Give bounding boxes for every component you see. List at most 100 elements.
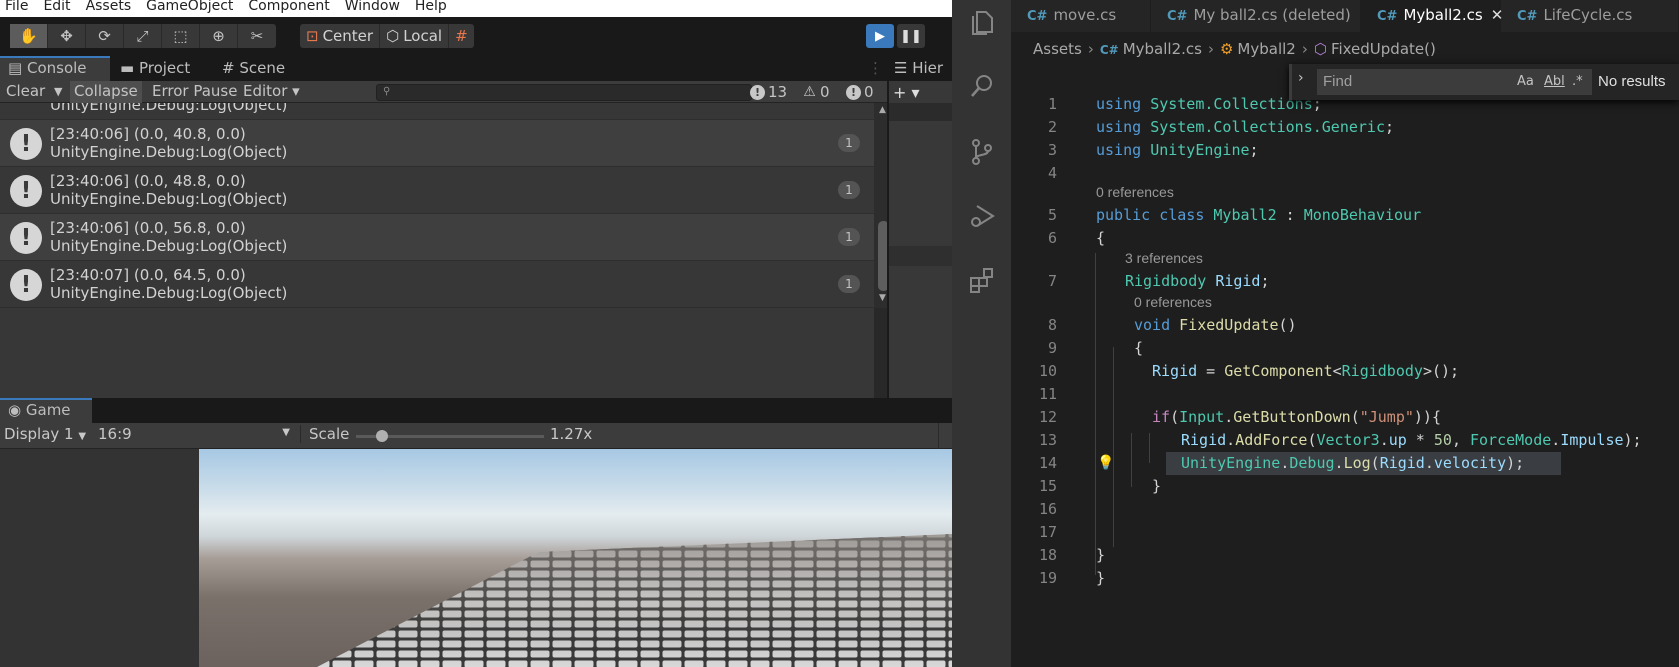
collapse-button[interactable]: Collapse — [70, 81, 142, 103]
log-row[interactable]: ! [23:40:07] (0.0, 64.5, 0.0) UnityEngin… — [0, 261, 874, 308]
regex-icon[interactable]: .* — [1572, 69, 1583, 95]
space-label: Local — [403, 27, 443, 45]
log-row[interactable]: ! [23:40:06] (0.0, 40.8, 0.0) UnityEngin… — [0, 120, 874, 167]
log-count-badge: 1 — [838, 181, 860, 199]
clear-dropdown-icon[interactable]: ▼ — [50, 81, 66, 103]
cube-icon: ⬡ — [386, 27, 400, 45]
chevron-right-icon[interactable]: › — [1298, 70, 1304, 86]
source-control-icon[interactable] — [966, 136, 998, 168]
menu-window[interactable]: Window — [345, 0, 400, 13]
clear-button[interactable]: Clear — [2, 81, 49, 103]
pivot-center-button[interactable]: ⊡ Center — [300, 24, 381, 48]
scale-slider-knob[interactable] — [376, 430, 389, 442]
match-case-icon[interactable]: Aa — [1517, 69, 1534, 95]
tab-label: My ball2.cs (deleted) — [1193, 6, 1351, 24]
menu-edit[interactable]: Edit — [43, 0, 70, 13]
run-debug-icon[interactable] — [966, 200, 998, 232]
scale-value: 1.27x — [550, 425, 593, 443]
extensions-icon[interactable] — [966, 264, 998, 296]
game-viewport[interactable] — [199, 449, 952, 667]
add-icon[interactable]: + ▾ — [893, 82, 933, 104]
explorer-icon[interactable] — [966, 6, 998, 38]
tab-move-cs[interactable]: C# move.cs — [1011, 0, 1151, 32]
keyword: using — [1096, 95, 1142, 113]
code-line: 10 Rigid = GetComponent<Rigidbody>(); — [1011, 360, 1679, 383]
tab-hierarchy[interactable]: ☰ Hier — [886, 56, 943, 81]
breadcrumb-method[interactable]: FixedUpdate() — [1331, 40, 1436, 58]
punctuation: ( — [1350, 408, 1360, 426]
line-number: 19 — [1038, 569, 1057, 587]
log-row[interactable]: ! [23:40:06] (0.0, 56.8, 0.0) UnityEngin… — [0, 214, 874, 261]
tab-game[interactable]: ◉ Game — [0, 398, 92, 423]
more-menu-icon[interactable]: ⋮ — [860, 56, 883, 81]
code-line: 19} — [1011, 567, 1679, 590]
chevron-down-icon: ▼ — [78, 431, 87, 442]
breadcrumb-assets[interactable]: Assets — [1033, 40, 1082, 58]
code-editor[interactable]: 1 using System.Collections; 2 using System… — [1011, 67, 1679, 667]
type: Vector3 — [1316, 431, 1380, 449]
console-search-input[interactable]: ⚲ — [376, 84, 752, 101]
tab-my-ball2-deleted[interactable]: C# My ball2.cs (deleted) — [1151, 0, 1361, 32]
menu-assets[interactable]: Assets — [86, 0, 132, 13]
log-row[interactable]: ! [23:40:06] (0.0, 48.8, 0.0) UnityEngin… — [0, 167, 874, 214]
display-dropdown[interactable]: Display 1 ▼ — [4, 425, 86, 443]
custom-tool-icon[interactable]: ✂ — [238, 24, 276, 48]
transform-tool-icon[interactable]: ⊕ — [200, 24, 238, 48]
log-source: UnityEngine.Debug:Log(Object) — [50, 143, 288, 161]
code-line: 12 if(Input.GetButtonDown("Jump")){ — [1011, 406, 1679, 429]
hand-tool-icon[interactable]: ✋ — [10, 24, 48, 48]
grid-snap-icon[interactable]: # — [449, 24, 474, 48]
pause-button[interactable]: ❚❚ — [897, 24, 925, 48]
error-pause-button[interactable]: Error Pause — [148, 81, 241, 103]
tab-scene[interactable]: # Scene — [214, 56, 285, 81]
chevron-right-icon: › — [1207, 40, 1214, 58]
move-tool-icon[interactable]: ✥ — [48, 24, 86, 48]
editor-dropdown[interactable]: Editor ▾ — [239, 81, 304, 103]
breadcrumb: Assets › C# Myball2.cs › ⚙ Myball2 › ⬡ FixedUpdat… — [1011, 32, 1679, 67]
console-icon: ▤ — [8, 59, 23, 77]
tab-console[interactable]: ▤ Console — [0, 56, 110, 81]
code-line: 17 — [1011, 521, 1679, 544]
folder-icon: ▬ — [120, 59, 135, 77]
tab-myball2-cs[interactable]: C# Myball2.cs ✕ — [1361, 0, 1503, 32]
scale-tool-icon[interactable]: ⤢ — [124, 24, 162, 48]
menu-component[interactable]: Component — [248, 0, 329, 13]
log-row-partial[interactable]: UnityEngine.Debug:Log(Object) — [0, 103, 874, 120]
log-count-toggle[interactable]: ! 13 — [750, 83, 787, 101]
csharp-file-icon: C# — [1167, 9, 1188, 24]
warning-count-toggle[interactable]: ⚠ 0 — [802, 83, 830, 101]
menu-bar: File Edit Assets GameObject Component Window H… — [0, 0, 952, 17]
tab-project[interactable]: ▬ Project — [112, 56, 190, 81]
tab-lifecycle-cs[interactable]: C# LifeCycle.cs — [1501, 0, 1679, 32]
menu-file[interactable]: File — [5, 0, 28, 13]
console-tab-bar: ▤ Console ▬ Project # Scene ⋮ ☰ Hier — [0, 56, 952, 81]
hierarchy-search-bar[interactable] — [889, 103, 952, 121]
punctuation: ( — [1370, 454, 1380, 472]
punctuation: ); — [1506, 454, 1525, 472]
pivot-local-button[interactable]: ⬡ Local — [380, 24, 450, 48]
match-word-icon[interactable]: Abl — [1544, 69, 1565, 95]
tab-console-label: Console — [26, 59, 87, 77]
aspect-dropdown[interactable]: 16:9 ▼ — [98, 425, 290, 443]
search-icon[interactable] — [966, 70, 998, 102]
play-button[interactable]: ▶ — [866, 24, 894, 48]
method-call: GetComponent — [1224, 362, 1333, 380]
scroll-down-icon[interactable]: ▼ — [879, 293, 886, 303]
pivot-icon: ⊡ — [306, 27, 319, 45]
warning-count: 0 — [820, 83, 830, 101]
scroll-up-icon[interactable]: ▲ — [879, 105, 886, 115]
menu-help[interactable]: Help — [415, 0, 447, 13]
breadcrumb-class[interactable]: Myball2 — [1237, 40, 1295, 58]
error-count-toggle[interactable]: ! 0 — [846, 83, 874, 101]
codelens-references[interactable]: 0 references — [1134, 294, 1212, 310]
codelens-references[interactable]: 0 references — [1096, 184, 1174, 200]
tab-game-label: Game — [25, 401, 71, 419]
hierarchy-item[interactable] — [889, 246, 952, 266]
rect-tool-icon[interactable]: ⬚ — [162, 24, 200, 48]
breadcrumb-file[interactable]: Myball2.cs — [1123, 40, 1202, 58]
scale-slider[interactable] — [356, 430, 544, 442]
menu-gameobject[interactable]: GameObject — [146, 0, 233, 13]
keyword: class — [1159, 206, 1205, 224]
rotate-tool-icon[interactable]: ⟳ — [86, 24, 124, 48]
codelens-references[interactable]: 3 references — [1125, 250, 1203, 266]
